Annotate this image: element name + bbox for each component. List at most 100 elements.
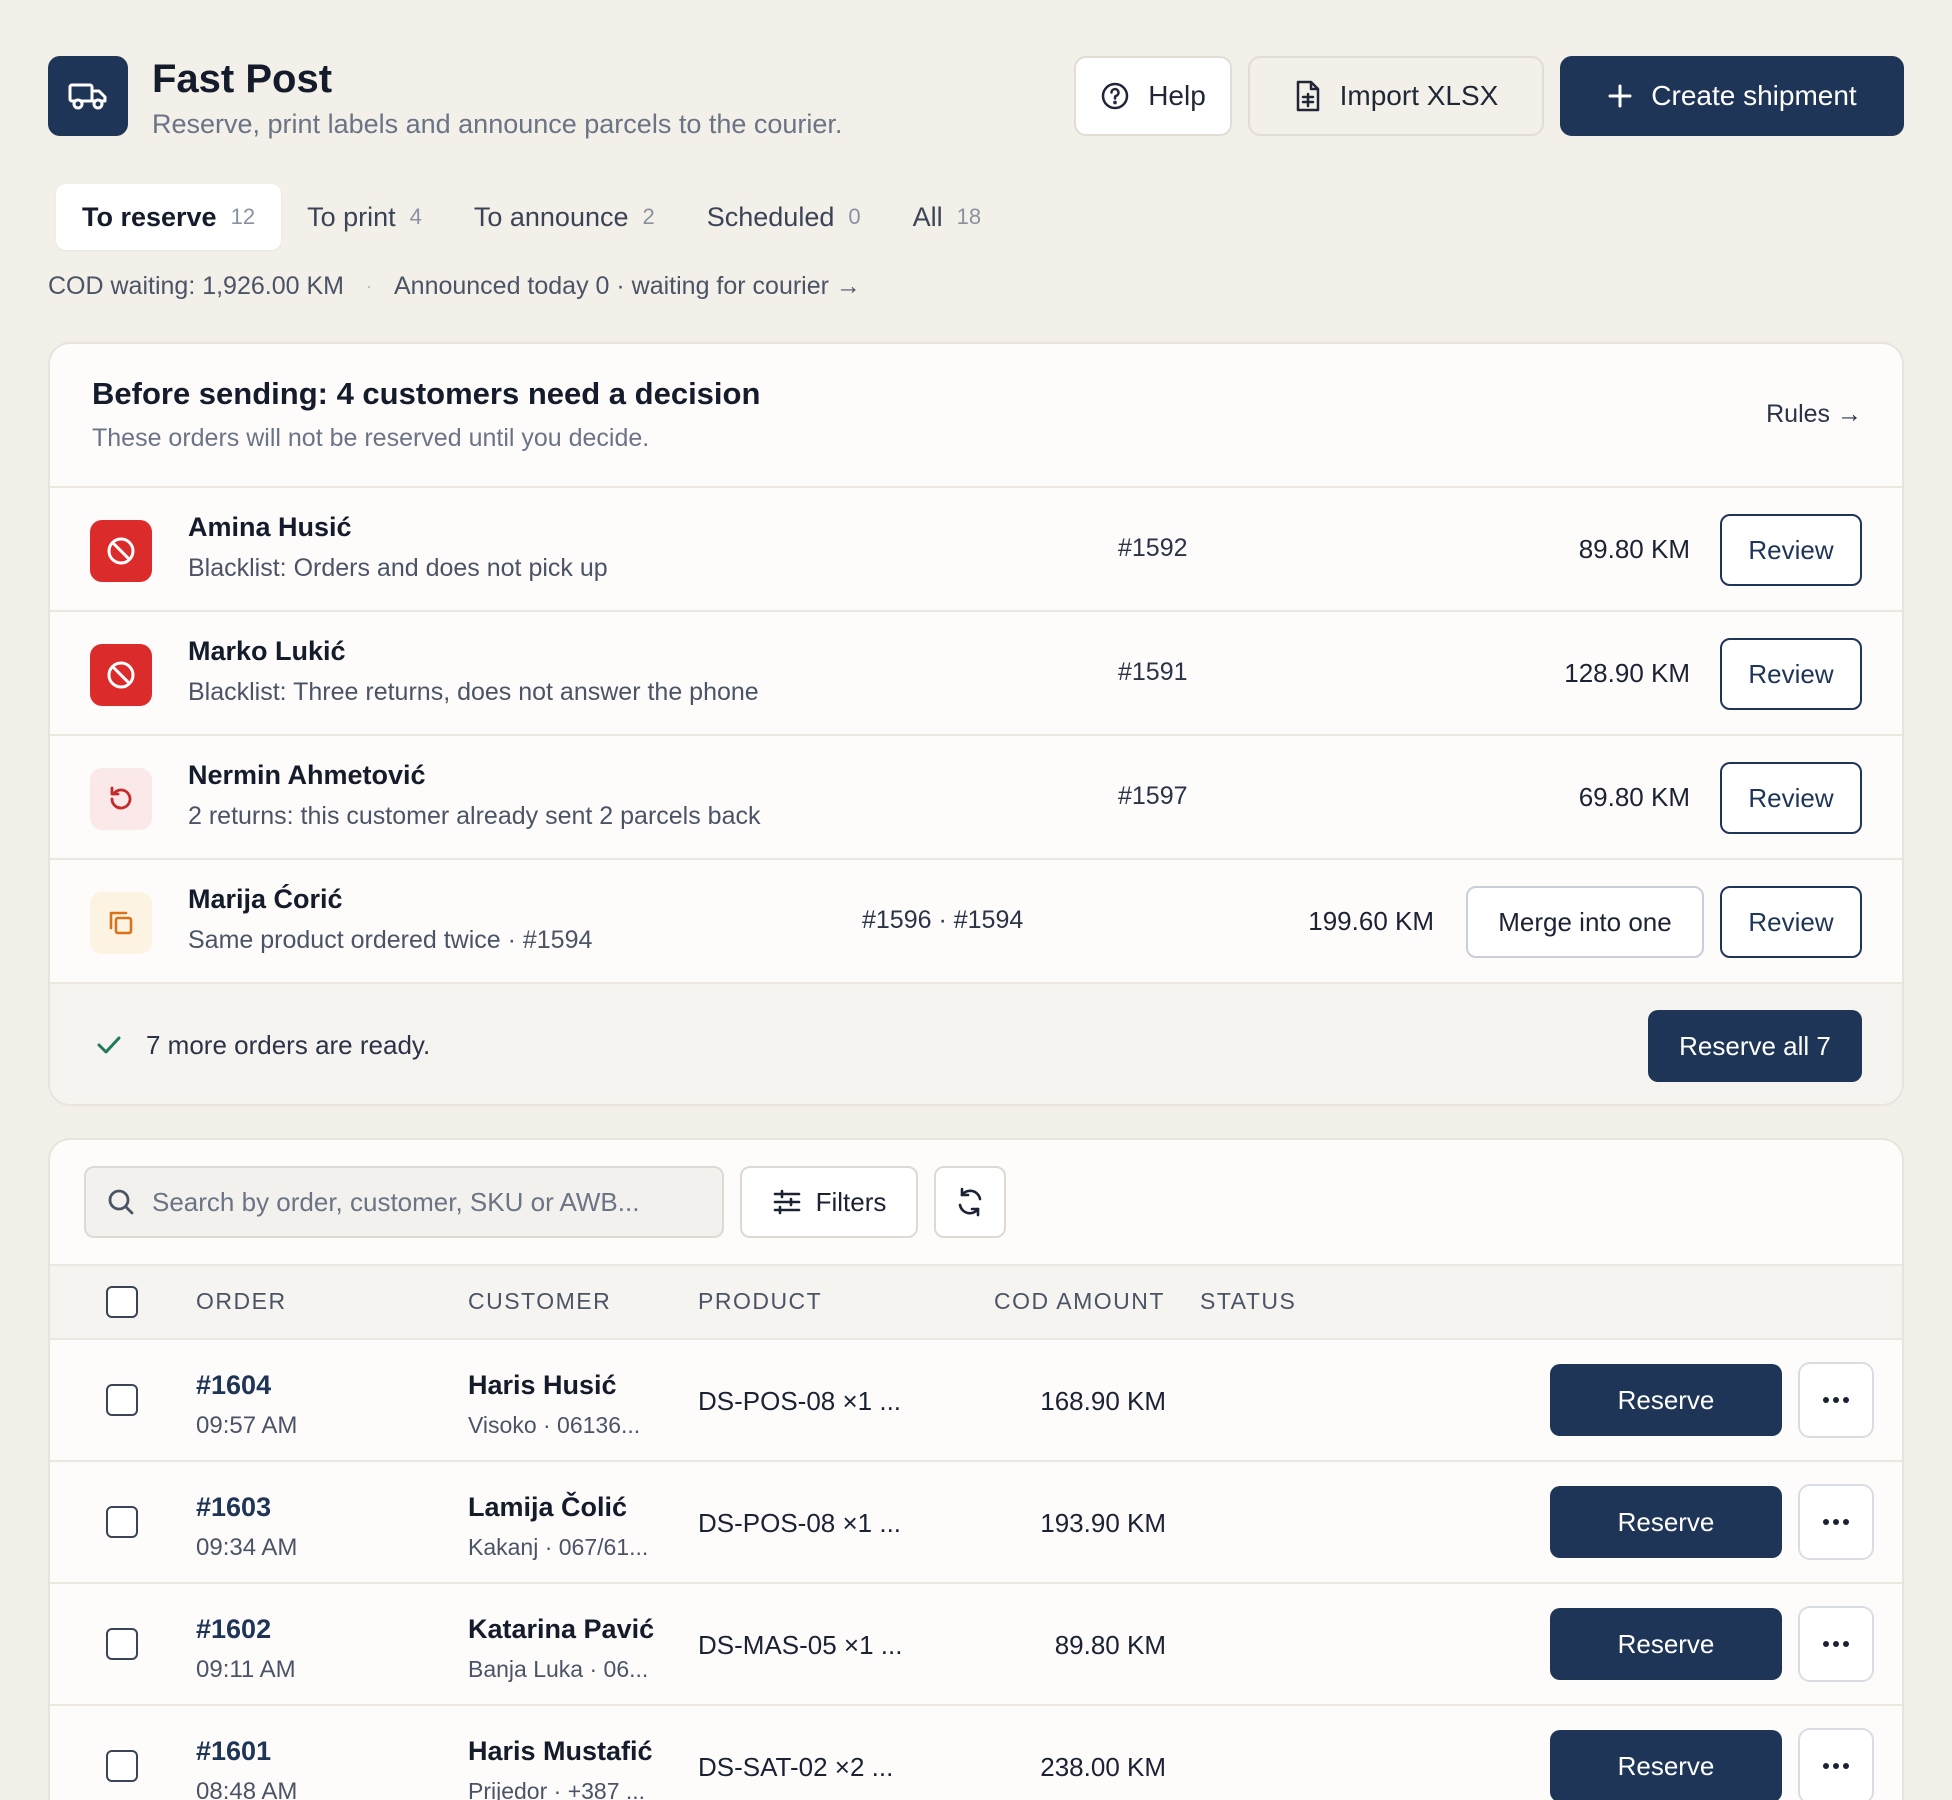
row-checkbox[interactable] (106, 1506, 138, 1538)
customer-name: Amina Husić (188, 512, 352, 542)
separator-dot: · (365, 276, 372, 296)
more-options-button[interactable] (1798, 1728, 1874, 1800)
cod-amount: 238.00 KM (1040, 1752, 1166, 1782)
search-box[interactable] (84, 1166, 724, 1238)
more-icon (1822, 1762, 1850, 1770)
row-checkbox[interactable] (106, 1628, 138, 1660)
customer-name: Lamija Čolić (468, 1492, 628, 1522)
order-number[interactable]: #1604 (196, 1370, 271, 1401)
tab-to-reserve[interactable]: To reserve 12 (56, 184, 282, 250)
tab-count: 18 (956, 204, 982, 229)
review-button[interactable]: Review (1720, 514, 1862, 586)
app-title: Fast Post (152, 57, 333, 101)
order-number[interactable]: #1596 · #1594 (862, 906, 1023, 935)
tab-all[interactable]: All 18 (887, 184, 1008, 250)
more-options-button[interactable] (1798, 1606, 1874, 1682)
tab-count: 4 (409, 204, 422, 229)
product-sku: DS-MAS-05 ×1 ... (698, 1630, 903, 1660)
decision-reason: 2 returns: this customer already sent 2 … (188, 802, 761, 830)
customer-name: Haris Mustafić (468, 1736, 653, 1766)
customer-name: Marko Lukić (188, 636, 346, 666)
create-label: Create shipment (1651, 80, 1857, 111)
table-row: #1602 09:11 AM Katarina Pavić Banja Luka… (50, 1584, 1902, 1706)
product-sku: DS-POS-08 ×1 ... (698, 1508, 902, 1538)
column-product[interactable]: PRODUCT (698, 1288, 822, 1315)
cod-waiting: COD waiting: 1,926.00 KM (48, 272, 344, 300)
customer-location: Visoko · 06136... (468, 1412, 641, 1438)
order-time: 08:48 AM (196, 1778, 298, 1800)
column-cod-amount[interactable]: COD AMOUNT (994, 1288, 1165, 1315)
decision-reason: Blacklist: Three returns, does not answe… (188, 678, 759, 706)
product-sku: DS-POS-08 ×1 ... (698, 1386, 902, 1416)
decision-reason: Same product ordered twice · #1594 (188, 926, 593, 954)
announced-link[interactable]: Announced today 0 · waiting for courier … (394, 272, 861, 301)
filters-button[interactable]: Filters (740, 1166, 918, 1238)
app-subtitle: Reserve, print labels and announce parce… (152, 109, 843, 139)
import-label: Import XLSX (1339, 80, 1499, 111)
order-number[interactable]: #1601 (196, 1736, 271, 1767)
customer-location: Kakanj · 067/61... (468, 1534, 649, 1560)
import-xlsx-button[interactable]: Import XLSX (1248, 56, 1544, 136)
refresh-button[interactable] (934, 1166, 1006, 1238)
order-number[interactable]: #1597 (1118, 782, 1188, 811)
customer-name: Katarina Pavić (468, 1614, 655, 1644)
column-status[interactable]: STATUS (1200, 1288, 1296, 1315)
merge-button[interactable]: Merge into one (1466, 886, 1704, 958)
reserve-button[interactable]: Reserve (1550, 1486, 1782, 1558)
order-number[interactable]: #1591 (1118, 658, 1188, 687)
cod-amount: 168.90 KM (1040, 1386, 1166, 1416)
select-all-checkbox[interactable] (106, 1286, 138, 1318)
decision-row: Marko Lukić Blacklist: Three returns, do… (50, 612, 1902, 736)
customer-name: Nermin Ahmetović (188, 760, 426, 790)
help-button[interactable]: Help (1074, 56, 1232, 136)
filters-icon (772, 1187, 802, 1217)
tab-count: 2 (642, 204, 655, 229)
more-options-button[interactable] (1798, 1362, 1874, 1438)
order-time: 09:11 AM (196, 1656, 296, 1683)
row-checkbox[interactable] (106, 1384, 138, 1416)
cod-amount: 199.60 KM (1308, 906, 1434, 936)
reserve-button[interactable]: Reserve (1550, 1608, 1782, 1680)
create-shipment-button[interactable]: Create shipment (1560, 56, 1904, 136)
reserve-all-button[interactable]: Reserve all 7 (1648, 1010, 1862, 1082)
cod-amount: 89.80 KM (1578, 534, 1690, 564)
tab-count: 12 (230, 204, 256, 229)
row-checkbox[interactable] (106, 1750, 138, 1782)
ready-row: 7 more orders are ready. Reserve all 7 (50, 984, 1902, 1104)
filters-label: Filters (815, 1186, 887, 1217)
page-header: Fast Post Reserve, print labels and anno… (48, 56, 1904, 139)
blocked-icon (90, 644, 152, 706)
decision-reason: Blacklist: Orders and does not pick up (188, 554, 608, 582)
plus-icon (1607, 83, 1633, 109)
tab-scheduled[interactable]: Scheduled 0 (681, 184, 887, 250)
customer-name: Haris Husić (468, 1370, 617, 1400)
reserve-button[interactable]: Reserve (1550, 1364, 1782, 1436)
tab-to-announce[interactable]: To announce 2 (448, 184, 681, 250)
order-number[interactable]: #1592 (1118, 534, 1188, 563)
more-icon (1822, 1518, 1850, 1526)
file-icon (1294, 80, 1322, 112)
review-button[interactable]: Review (1720, 886, 1862, 958)
help-icon (1100, 81, 1130, 111)
return-icon (90, 768, 152, 830)
tab-label: Scheduled (706, 201, 835, 232)
rules-link[interactable]: Rules → (1766, 400, 1862, 429)
reserve-button[interactable]: Reserve (1550, 1730, 1782, 1800)
order-number[interactable]: #1602 (196, 1614, 271, 1645)
table-header: ORDER CUSTOMER PRODUCT COD AMOUNT STATUS (50, 1264, 1902, 1340)
cod-amount: 89.80 KM (1054, 1630, 1166, 1660)
review-button[interactable]: Review (1720, 762, 1862, 834)
column-order[interactable]: ORDER (196, 1288, 287, 1315)
truck-icon (48, 56, 128, 136)
tab-label: To announce (473, 201, 629, 232)
tab-label: To print (307, 201, 396, 232)
column-customer[interactable]: CUSTOMER (468, 1288, 611, 1315)
tab-to-print[interactable]: To print 4 (281, 184, 448, 250)
order-number[interactable]: #1603 (196, 1492, 271, 1523)
refresh-icon (954, 1186, 986, 1218)
cod-amount: 69.80 KM (1578, 782, 1690, 812)
more-options-button[interactable] (1798, 1484, 1874, 1560)
decision-card: Before sending: 4 customers need a decis… (48, 342, 1904, 1106)
search-input[interactable] (152, 1186, 712, 1218)
review-button[interactable]: Review (1720, 638, 1862, 710)
